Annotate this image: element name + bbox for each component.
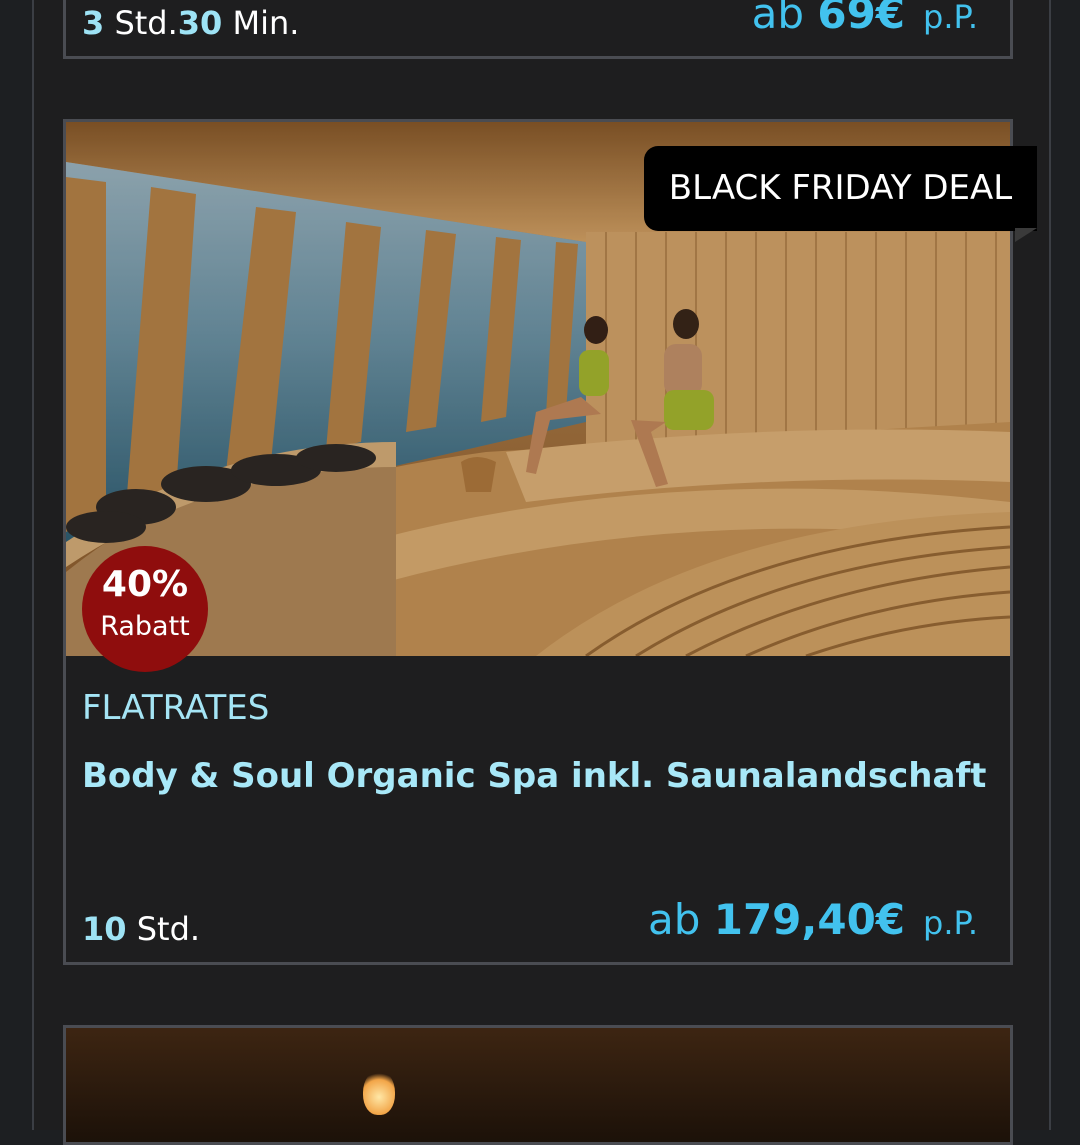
offer-card[interactable]: BLACK FRIDAY DEAL 40% Rabatt FLATRATES B… bbox=[63, 119, 1037, 965]
duration: 3 Std.30 Min. bbox=[82, 4, 300, 42]
candle-flame-icon bbox=[363, 1070, 395, 1115]
black-friday-ribbon: BLACK FRIDAY DEAL bbox=[644, 146, 1037, 231]
price: ab 69€ p.P. bbox=[751, 0, 978, 38]
offer-card[interactable]: 3 Std.30 Min. ab 69€ p.P. bbox=[63, 0, 1013, 59]
ribbon-fold bbox=[1015, 228, 1037, 242]
offer-card[interactable] bbox=[63, 1025, 1013, 1145]
offer-photo[interactable] bbox=[66, 1028, 1010, 1142]
category-label: FLATRATES bbox=[82, 688, 270, 728]
offer-title[interactable]: Body & Soul Organic Spa inkl. Saunalands… bbox=[82, 756, 986, 796]
duration: 10 Std. bbox=[82, 910, 201, 948]
discount-label: Rabatt bbox=[100, 611, 190, 642]
price: ab 179,40€ p.P. bbox=[647, 895, 978, 944]
discount-percent: 40% bbox=[101, 564, 189, 605]
discount-badge: 40% Rabatt bbox=[82, 546, 208, 672]
